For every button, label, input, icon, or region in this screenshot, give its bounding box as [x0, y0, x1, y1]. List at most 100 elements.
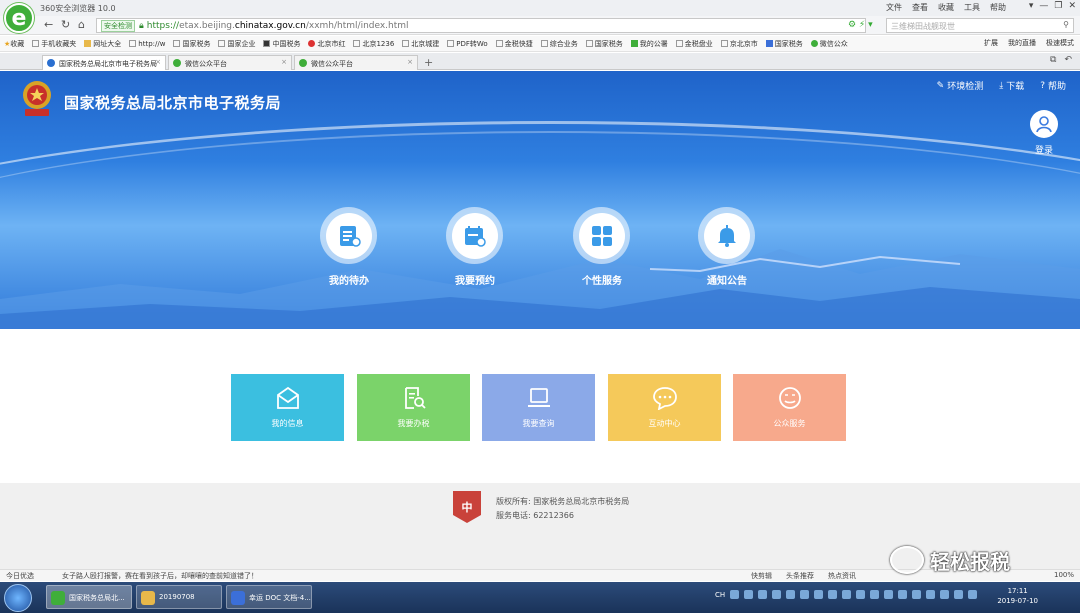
quick-clip-button[interactable]: 快剪辑	[751, 571, 772, 581]
tray-icon[interactable]	[856, 590, 866, 599]
restore-icon[interactable]: ⧉	[1050, 55, 1056, 65]
speed-icon[interactable]: ⚙ ⚡ ▾	[848, 20, 873, 30]
bookmark-item[interactable]: 微信公众	[810, 39, 848, 49]
tab-etax[interactable]: 国家税务总局北京市电子税务局 ×	[42, 55, 166, 70]
bookmark-item[interactable]: 综合业务	[540, 39, 578, 49]
tray-icon[interactable]	[786, 590, 796, 599]
tray-icon[interactable]	[898, 590, 908, 599]
bookmark-item[interactable]: ★ 收藏	[4, 39, 24, 49]
taskbar-item-browser[interactable]: 国家税务总局北...	[46, 585, 132, 609]
browser-menu: 文件 查看 收藏 工具 帮助	[886, 2, 1006, 13]
tile-do-tax-label: 我要办税	[397, 419, 430, 428]
bookmark-item[interactable]: 国家税务	[765, 39, 803, 49]
tab-close-icon[interactable]: ×	[281, 58, 287, 66]
bookmark-item[interactable]: 金税盘业	[675, 39, 713, 49]
quick-appointment-button[interactable]	[446, 207, 503, 264]
bookmark-item[interactable]: http://w	[129, 40, 165, 48]
tile-interaction[interactable]: 互动中心	[608, 374, 721, 441]
tab-close-icon[interactable]: ×	[155, 58, 161, 66]
menu-file[interactable]: 文件	[886, 2, 902, 13]
tray-icon[interactable]	[814, 590, 824, 599]
security-badge[interactable]: 安全检测	[101, 19, 135, 32]
tray-icon[interactable]	[954, 590, 964, 599]
tray-icon[interactable]	[772, 590, 782, 599]
quick-todo-button[interactable]	[320, 207, 377, 264]
tab-close-icon[interactable]: ×	[407, 58, 413, 66]
tray-icon[interactable]	[870, 590, 880, 599]
refresh-icon[interactable]: ↻	[61, 18, 70, 31]
tile-public-service[interactable]: 公众服务	[733, 374, 846, 441]
bookmark-item[interactable]: 北京1236	[353, 39, 394, 49]
tray-icon[interactable]	[800, 590, 810, 599]
taskbar-item-doc[interactable]: 幸运 DOC 文档-4...	[226, 585, 312, 609]
today-picks[interactable]: 今日优选	[6, 571, 34, 581]
quick-todo-label[interactable]: 我的待办	[309, 272, 389, 287]
bookmark-item[interactable]: 网址大全	[84, 39, 121, 49]
quick-personal-button[interactable]	[573, 207, 630, 264]
bookmark-item[interactable]: 国家税务	[173, 39, 210, 49]
tray-icon[interactable]	[968, 590, 978, 599]
home-icon[interactable]: ⌂	[78, 18, 85, 31]
help-link[interactable]: ? 帮助	[1040, 79, 1066, 93]
undo-close-icon[interactable]: ↶	[1064, 55, 1072, 65]
close-icon[interactable]: ✕	[1068, 1, 1076, 11]
tab-wechat-2[interactable]: 微信公众平台 ×	[294, 55, 418, 70]
tray-icon[interactable]	[842, 590, 852, 599]
grid-icon	[591, 225, 612, 246]
login-button[interactable]	[1030, 110, 1058, 138]
taskbar-item-folder[interactable]: 20190708	[136, 585, 222, 609]
live-button[interactable]: 我的直播	[1008, 38, 1036, 48]
tray-icon[interactable]	[940, 590, 950, 599]
bookmark-item[interactable]: 我的公署	[630, 39, 668, 49]
menu-help[interactable]: 帮助	[990, 2, 1006, 13]
menu-favorites[interactable]: 收藏	[938, 2, 954, 13]
bookmark-item[interactable]: 国家企业	[218, 39, 255, 49]
tile-do-tax[interactable]: 我要办税	[357, 374, 470, 441]
quick-notice-label[interactable]: 通知公告	[687, 272, 767, 287]
tray-icon[interactable]	[884, 590, 894, 599]
bookmark-item[interactable]: 北京市红	[308, 39, 345, 49]
tray-icon[interactable]	[926, 590, 936, 599]
news-ticker[interactable]: 女子路人殴打报警，赛在看到孩子后，却嚷嚷的查前知道错了！	[62, 571, 258, 581]
bookmark-item[interactable]: 手机收藏夹	[32, 39, 76, 49]
tray-icon[interactable]	[828, 590, 838, 599]
quick-appointment-label[interactable]: 我要预约	[435, 272, 515, 287]
tray-icon[interactable]	[758, 590, 768, 599]
system-clock[interactable]: 17:11 2019-07-10	[997, 586, 1038, 606]
env-check-link[interactable]: ✎ 环境检测	[937, 79, 984, 93]
back-icon[interactable]: ←	[44, 18, 53, 31]
bookmark-item[interactable]: 中国税务	[263, 39, 300, 49]
tab-wechat-1[interactable]: 微信公众平台 ×	[168, 55, 292, 70]
tray-icon[interactable]	[912, 590, 922, 599]
tray-icon[interactable]	[744, 590, 754, 599]
bookmark-item[interactable]: PDF转Wo	[447, 39, 488, 49]
minimize-icon[interactable]: —	[1039, 1, 1048, 11]
quick-personal-label[interactable]: 个性服务	[562, 272, 642, 287]
login-label[interactable]: 登录	[1035, 143, 1053, 156]
hot-news-button[interactable]: 热点资讯	[828, 571, 856, 581]
search-input[interactable]: 三维梯田战舰现世 ⚲	[886, 18, 1074, 33]
input-language[interactable]: CH	[715, 591, 725, 599]
download-link[interactable]: ⤓ 下载	[999, 79, 1024, 93]
skin-icon[interactable]: ▾	[1029, 1, 1034, 11]
menu-tools[interactable]: 工具	[964, 2, 980, 13]
url-input[interactable]: 安全检测 🔒︎ https:// etax.beijing. chinatax.…	[96, 18, 866, 33]
bookmark-item[interactable]: 京北京市	[720, 39, 758, 49]
bookmark-item[interactable]: 国家税务	[585, 39, 623, 49]
quick-notice-button[interactable]	[698, 207, 755, 264]
browser-logo-icon[interactable]: e	[4, 3, 34, 33]
start-button[interactable]	[4, 584, 32, 612]
menu-view[interactable]: 查看	[912, 2, 928, 13]
help-icon: ?	[1040, 80, 1045, 91]
search-icon[interactable]: ⚲	[1063, 20, 1069, 29]
tile-query[interactable]: 我要查询	[482, 374, 595, 441]
extensions-button[interactable]: 扩展	[984, 38, 998, 48]
tile-my-info[interactable]: 我的信息	[231, 374, 344, 441]
tray-icon[interactable]	[730, 590, 740, 599]
headline-button[interactable]: 头条推荐	[786, 571, 814, 581]
maximize-icon[interactable]: ❐	[1054, 1, 1062, 11]
bookmark-item[interactable]: 金税快捷	[495, 39, 533, 49]
speed-mode-button[interactable]: 极速模式	[1046, 38, 1074, 48]
bookmark-item[interactable]: 北京城建	[402, 39, 439, 49]
new-tab-icon[interactable]: +	[424, 56, 433, 69]
